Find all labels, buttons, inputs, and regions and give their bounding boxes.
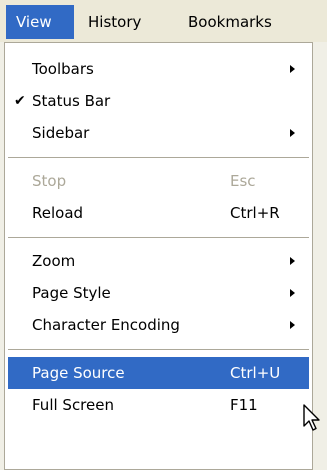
menu-item-shortcut: Ctrl+R bbox=[230, 204, 280, 222]
submenu-arrow-icon bbox=[290, 257, 295, 265]
menu-item-character-encoding[interactable]: Character Encoding bbox=[8, 309, 309, 341]
menu-history[interactable]: History bbox=[78, 5, 176, 39]
menu-item-page-source[interactable]: Page Source Ctrl+U bbox=[8, 357, 309, 389]
menu-item-label: Page Source bbox=[32, 364, 125, 382]
menu-item-status-bar[interactable]: ✔ Status Bar bbox=[8, 85, 309, 117]
menu-item-label: Sidebar bbox=[32, 124, 90, 142]
menu-item-label: Toolbars bbox=[32, 60, 94, 78]
menu-item-toolbars[interactable]: Toolbars bbox=[8, 53, 309, 85]
menu-item-full-screen[interactable]: Full Screen F11 bbox=[8, 389, 309, 421]
menu-separator bbox=[8, 157, 309, 158]
menu-item-label: Status Bar bbox=[32, 92, 111, 110]
menu-item-shortcut: F11 bbox=[230, 396, 258, 414]
view-menu-dropdown: Toolbars ✔ Status Bar Sidebar Stop Esc R… bbox=[4, 42, 313, 470]
menu-item-stop: Stop Esc bbox=[8, 165, 309, 197]
menu-bookmarks[interactable]: Bookmarks bbox=[178, 5, 314, 39]
menu-item-reload[interactable]: Reload Ctrl+R bbox=[8, 197, 309, 229]
submenu-arrow-icon bbox=[290, 289, 295, 297]
menu-item-zoom[interactable]: Zoom bbox=[8, 245, 309, 277]
menu-bar: View History Bookmarks bbox=[0, 0, 327, 42]
menu-item-page-style[interactable]: Page Style bbox=[8, 277, 309, 309]
menu-item-sidebar[interactable]: Sidebar bbox=[8, 117, 309, 149]
menu-item-label: Reload bbox=[32, 204, 84, 222]
mouse-pointer-icon bbox=[303, 404, 320, 431]
checkmark-icon: ✔ bbox=[14, 93, 26, 109]
submenu-arrow-icon bbox=[290, 65, 295, 73]
menu-item-shortcut: Esc bbox=[230, 172, 256, 190]
menu-item-shortcut: Ctrl+U bbox=[230, 364, 281, 382]
submenu-arrow-icon bbox=[290, 129, 295, 137]
submenu-arrow-icon bbox=[290, 321, 295, 329]
menu-item-label: Character Encoding bbox=[32, 316, 180, 334]
menu-item-label: Zoom bbox=[32, 252, 76, 270]
menu-separator bbox=[8, 237, 309, 238]
menu-item-label: Full Screen bbox=[32, 396, 114, 414]
menu-item-label: Stop bbox=[32, 172, 67, 190]
menu-view[interactable]: View bbox=[6, 5, 74, 39]
menu-item-label: Page Style bbox=[32, 284, 111, 302]
menu-separator bbox=[8, 349, 309, 350]
